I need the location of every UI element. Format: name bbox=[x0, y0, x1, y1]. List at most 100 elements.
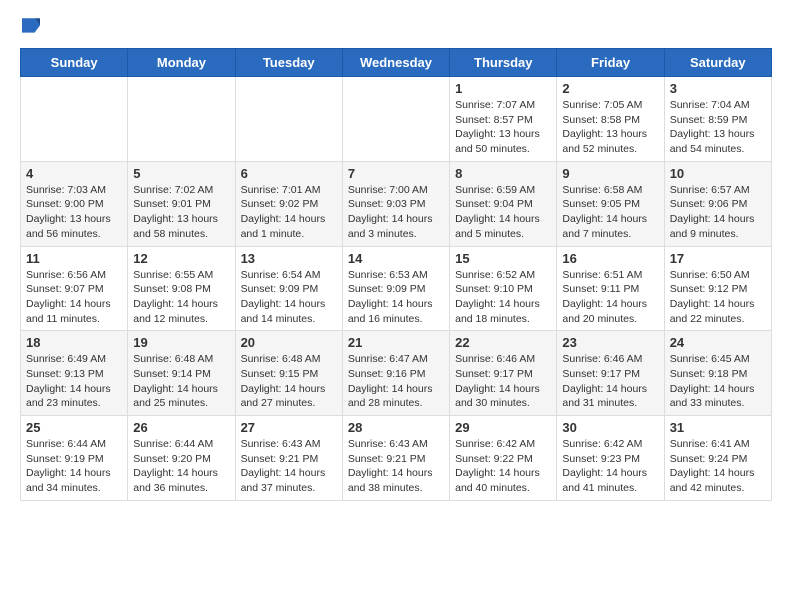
day-info: Sunrise: 6:43 AM Sunset: 9:21 PM Dayligh… bbox=[241, 438, 326, 494]
day-info: Sunrise: 7:04 AM Sunset: 8:59 PM Dayligh… bbox=[670, 99, 755, 155]
day-number: 29 bbox=[455, 420, 551, 435]
calendar-cell: 7 Sunrise: 7:00 AM Sunset: 9:03 PM Daylig… bbox=[342, 161, 449, 246]
calendar-cell bbox=[342, 77, 449, 162]
calendar-cell: 30 Sunrise: 6:42 AM Sunset: 9:23 PM Dayli… bbox=[557, 416, 664, 501]
calendar-table: SundayMondayTuesdayWednesdayThursdayFrid… bbox=[20, 48, 772, 501]
calendar-cell: 18 Sunrise: 6:49 AM Sunset: 9:13 PM Dayli… bbox=[21, 331, 128, 416]
calendar-cell: 4 Sunrise: 7:03 AM Sunset: 9:00 PM Daylig… bbox=[21, 161, 128, 246]
day-number: 10 bbox=[670, 166, 766, 181]
day-number: 17 bbox=[670, 251, 766, 266]
calendar-cell: 5 Sunrise: 7:02 AM Sunset: 9:01 PM Daylig… bbox=[128, 161, 235, 246]
day-info: Sunrise: 6:49 AM Sunset: 9:13 PM Dayligh… bbox=[26, 353, 111, 409]
calendar-cell bbox=[128, 77, 235, 162]
calendar-cell: 31Sunrise: 6:41 AM Sunset: 9:24 PM Dayli… bbox=[664, 416, 771, 501]
day-of-week-sunday: Sunday bbox=[21, 49, 128, 77]
calendar-cell: 13 Sunrise: 6:54 AM Sunset: 9:09 PM Dayli… bbox=[235, 246, 342, 331]
day-info: Sunrise: 6:45 AM Sunset: 9:18 PM Dayligh… bbox=[670, 353, 755, 409]
calendar-cell: 28Sunrise: 6:43 AM Sunset: 9:21 PM Dayli… bbox=[342, 416, 449, 501]
day-info: Sunrise: 7:03 AM Sunset: 9:00 PM Dayligh… bbox=[26, 184, 111, 240]
day-number: 6 bbox=[241, 166, 337, 181]
day-info: Sunrise: 6:48 AM Sunset: 9:14 PM Dayligh… bbox=[133, 353, 218, 409]
day-number: 7 bbox=[348, 166, 444, 181]
week-row-4: 18 Sunrise: 6:49 AM Sunset: 9:13 PM Dayli… bbox=[21, 331, 772, 416]
day-info: Sunrise: 6:46 AM Sunset: 9:17 PM Dayligh… bbox=[562, 353, 647, 409]
day-number: 27 bbox=[241, 420, 337, 435]
calendar-header: SundayMondayTuesdayWednesdayThursdayFrid… bbox=[21, 49, 772, 77]
day-info: Sunrise: 6:55 AM Sunset: 9:08 PM Dayligh… bbox=[133, 269, 218, 325]
day-number: 2 bbox=[562, 81, 658, 96]
day-info: Sunrise: 7:07 AM Sunset: 8:57 PM Dayligh… bbox=[455, 99, 540, 155]
week-row-1: 1 Sunrise: 7:07 AM Sunset: 8:57 PM Daylig… bbox=[21, 77, 772, 162]
day-number: 15 bbox=[455, 251, 551, 266]
day-info: Sunrise: 7:05 AM Sunset: 8:58 PM Dayligh… bbox=[562, 99, 647, 155]
calendar-cell: 24Sunrise: 6:45 AM Sunset: 9:18 PM Dayli… bbox=[664, 331, 771, 416]
day-number: 30 bbox=[562, 420, 658, 435]
calendar-cell: 2 Sunrise: 7:05 AM Sunset: 8:58 PM Daylig… bbox=[557, 77, 664, 162]
day-info: Sunrise: 6:47 AM Sunset: 9:16 PM Dayligh… bbox=[348, 353, 433, 409]
week-row-2: 4 Sunrise: 7:03 AM Sunset: 9:00 PM Daylig… bbox=[21, 161, 772, 246]
calendar-cell: 27 Sunrise: 6:43 AM Sunset: 9:21 PM Dayli… bbox=[235, 416, 342, 501]
day-number: 5 bbox=[133, 166, 229, 181]
calendar-cell: 6 Sunrise: 7:01 AM Sunset: 9:02 PM Daylig… bbox=[235, 161, 342, 246]
day-info: Sunrise: 7:02 AM Sunset: 9:01 PM Dayligh… bbox=[133, 184, 218, 240]
day-info: Sunrise: 6:59 AM Sunset: 9:04 PM Dayligh… bbox=[455, 184, 540, 240]
day-info: Sunrise: 6:51 AM Sunset: 9:11 PM Dayligh… bbox=[562, 269, 647, 325]
day-number: 3 bbox=[670, 81, 766, 96]
days-of-week-row: SundayMondayTuesdayWednesdayThursdayFrid… bbox=[21, 49, 772, 77]
day-of-week-thursday: Thursday bbox=[450, 49, 557, 77]
calendar-cell: 3 Sunrise: 7:04 AM Sunset: 8:59 PM Daylig… bbox=[664, 77, 771, 162]
calendar-cell: 21Sunrise: 6:47 AM Sunset: 9:16 PM Dayli… bbox=[342, 331, 449, 416]
day-number: 13 bbox=[241, 251, 337, 266]
calendar-cell: 29Sunrise: 6:42 AM Sunset: 9:22 PM Dayli… bbox=[450, 416, 557, 501]
day-info: Sunrise: 6:46 AM Sunset: 9:17 PM Dayligh… bbox=[455, 353, 540, 409]
day-number: 16 bbox=[562, 251, 658, 266]
day-number: 14 bbox=[348, 251, 444, 266]
day-number: 1 bbox=[455, 81, 551, 96]
day-number: 18 bbox=[26, 335, 122, 350]
calendar-cell: 17 Sunrise: 6:50 AM Sunset: 9:12 PM Dayli… bbox=[664, 246, 771, 331]
day-info: Sunrise: 6:43 AM Sunset: 9:21 PM Dayligh… bbox=[348, 438, 433, 494]
day-info: Sunrise: 6:50 AM Sunset: 9:12 PM Dayligh… bbox=[670, 269, 755, 325]
calendar-cell: 14 Sunrise: 6:53 AM Sunset: 9:09 PM Dayli… bbox=[342, 246, 449, 331]
day-number: 19 bbox=[133, 335, 229, 350]
day-number: 20 bbox=[241, 335, 337, 350]
day-info: Sunrise: 7:00 AM Sunset: 9:03 PM Dayligh… bbox=[348, 184, 433, 240]
day-info: Sunrise: 6:44 AM Sunset: 9:19 PM Dayligh… bbox=[26, 438, 111, 494]
day-info: Sunrise: 6:57 AM Sunset: 9:06 PM Dayligh… bbox=[670, 184, 755, 240]
day-number: 22 bbox=[455, 335, 551, 350]
calendar-cell: 16 Sunrise: 6:51 AM Sunset: 9:11 PM Dayli… bbox=[557, 246, 664, 331]
logo bbox=[20, 20, 40, 40]
calendar-cell: 26Sunrise: 6:44 AM Sunset: 9:20 PM Dayli… bbox=[128, 416, 235, 501]
calendar-cell: 19 Sunrise: 6:48 AM Sunset: 9:14 PM Dayli… bbox=[128, 331, 235, 416]
calendar-cell: 20 Sunrise: 6:48 AM Sunset: 9:15 PM Dayli… bbox=[235, 331, 342, 416]
day-info: Sunrise: 6:52 AM Sunset: 9:10 PM Dayligh… bbox=[455, 269, 540, 325]
day-number: 12 bbox=[133, 251, 229, 266]
day-number: 11 bbox=[26, 251, 122, 266]
day-info: Sunrise: 6:56 AM Sunset: 9:07 PM Dayligh… bbox=[26, 269, 111, 325]
calendar-cell: 12 Sunrise: 6:55 AM Sunset: 9:08 PM Dayli… bbox=[128, 246, 235, 331]
day-number: 8 bbox=[455, 166, 551, 181]
day-info: Sunrise: 7:01 AM Sunset: 9:02 PM Dayligh… bbox=[241, 184, 326, 240]
day-info: Sunrise: 6:58 AM Sunset: 9:05 PM Dayligh… bbox=[562, 184, 647, 240]
day-of-week-monday: Monday bbox=[128, 49, 235, 77]
day-number: 9 bbox=[562, 166, 658, 181]
calendar-cell bbox=[235, 77, 342, 162]
week-row-5: 25Sunrise: 6:44 AM Sunset: 9:19 PM Dayli… bbox=[21, 416, 772, 501]
day-of-week-saturday: Saturday bbox=[664, 49, 771, 77]
calendar-cell: 11 Sunrise: 6:56 AM Sunset: 9:07 PM Dayli… bbox=[21, 246, 128, 331]
logo-icon bbox=[22, 18, 40, 40]
calendar-cell: 25Sunrise: 6:44 AM Sunset: 9:19 PM Dayli… bbox=[21, 416, 128, 501]
calendar-cell: 1 Sunrise: 7:07 AM Sunset: 8:57 PM Daylig… bbox=[450, 77, 557, 162]
calendar-cell: 22 Sunrise: 6:46 AM Sunset: 9:17 PM Dayli… bbox=[450, 331, 557, 416]
day-info: Sunrise: 6:42 AM Sunset: 9:23 PM Dayligh… bbox=[562, 438, 647, 494]
day-info: Sunrise: 6:41 AM Sunset: 9:24 PM Dayligh… bbox=[670, 438, 755, 494]
day-of-week-tuesday: Tuesday bbox=[235, 49, 342, 77]
day-info: Sunrise: 6:54 AM Sunset: 9:09 PM Dayligh… bbox=[241, 269, 326, 325]
day-number: 23 bbox=[562, 335, 658, 350]
calendar-body: 1 Sunrise: 7:07 AM Sunset: 8:57 PM Daylig… bbox=[21, 77, 772, 501]
day-info: Sunrise: 6:48 AM Sunset: 9:15 PM Dayligh… bbox=[241, 353, 326, 409]
day-info: Sunrise: 6:53 AM Sunset: 9:09 PM Dayligh… bbox=[348, 269, 433, 325]
page-header bbox=[20, 20, 772, 40]
day-number: 26 bbox=[133, 420, 229, 435]
day-number: 4 bbox=[26, 166, 122, 181]
